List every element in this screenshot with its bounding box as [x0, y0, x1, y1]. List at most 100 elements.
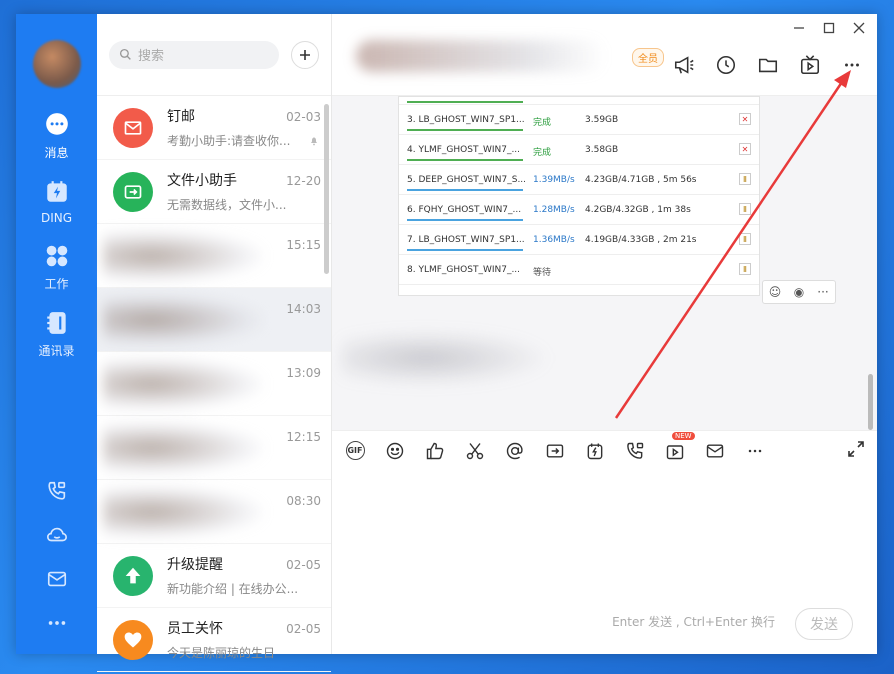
more-options-icon[interactable] [841, 54, 863, 76]
envelope-outline-icon [706, 443, 724, 458]
download-size: 4.23GB/4.71GB , 5m 56s [585, 175, 697, 185]
chat-scrollbar[interactable] [868, 374, 873, 430]
live-play-icon [666, 444, 684, 459]
mail-icon[interactable] [46, 568, 68, 590]
conv-time: 15:15 [286, 238, 321, 252]
arrow-up-icon [125, 567, 141, 583]
contacts-icon [46, 312, 66, 334]
rail-item-ding[interactable]: DING [22, 179, 92, 225]
download-name: 5. DEEP_GHOST_WIN7_S... [407, 175, 527, 185]
ding-icon [46, 181, 67, 202]
call-button[interactable] [624, 440, 646, 462]
more-actions-icon[interactable]: ··· [811, 281, 835, 303]
maximize-icon[interactable] [823, 22, 835, 34]
list-item-employee-care[interactable]: 员工关怀 今天是陈丽琼的生日 02-05 [97, 608, 331, 672]
pause-icon[interactable]: Ⅱ [739, 233, 751, 245]
cloud-icon[interactable] [46, 524, 68, 546]
reply-icon[interactable]: ◉ [787, 281, 811, 303]
pause-icon[interactable]: Ⅱ [739, 173, 751, 185]
download-size: 4.2GB/4.32GB , 1m 38s [585, 205, 691, 215]
delete-icon[interactable]: ✕ [739, 113, 751, 125]
emoji-react-icon[interactable]: ☺ [763, 281, 787, 303]
expand-icon[interactable] [847, 440, 865, 458]
download-list: 3. LB_GHOST_WIN7_SP1... 完成 3.59GB ✕ 4. YLMF_… [399, 105, 759, 285]
like-button[interactable] [424, 440, 446, 462]
upgrade-avatar [113, 555, 153, 596]
rail-item-label: 通讯录 [38, 344, 75, 358]
close-icon[interactable] [853, 22, 865, 34]
chat-panel: 全员 3. LB_GHOST_WIN7_SP1... 完成 3.59GB ✕ 4. YL… [332, 14, 877, 654]
download-row: 8. YLMF_GHOST_WIN7_... 等待 Ⅱ [399, 255, 759, 285]
phone-video-icon[interactable] [46, 480, 68, 502]
download-size: 3.58GB [585, 145, 619, 155]
gif-button[interactable]: GIF [344, 440, 366, 462]
list-item-blurred-5[interactable]: 08:30 [97, 480, 331, 544]
blurred-chat-title [356, 40, 606, 72]
thumbs-up-icon [426, 442, 444, 459]
progress-bar [407, 101, 523, 103]
conv-preview: 无需数据线，文件小... [167, 198, 287, 212]
conv-preview: 考勤小助手:请查收你... [167, 134, 291, 148]
message-actions: ☺ ◉ ··· [762, 280, 836, 304]
toolbar-more-button[interactable] [744, 440, 766, 462]
list-item-blurred-2[interactable]: 14:03 [97, 288, 331, 352]
delete-icon[interactable]: ✕ [739, 143, 751, 155]
smiley-icon [386, 442, 404, 459]
download-name: 3. LB_GHOST_WIN7_SP1... [407, 115, 525, 125]
more-icon[interactable] [46, 612, 68, 634]
conv-time: 13:09 [286, 366, 321, 380]
list-item-blurred-4[interactable]: 12:15 [97, 416, 331, 480]
live-button[interactable]: NEW [664, 431, 695, 462]
rail-item-messages[interactable]: 消息 [22, 112, 92, 161]
rail-item-work[interactable]: 工作 [22, 243, 92, 292]
rail-item-contacts[interactable]: 通讯录 [22, 310, 92, 359]
megaphone-icon[interactable] [673, 54, 695, 76]
download-row: 7. LB_GHOST_WIN7_SP1... 1.36MB/s 4.19GB/4.… [399, 225, 759, 255]
progress-bar [407, 219, 523, 221]
pause-icon[interactable]: Ⅱ [739, 263, 751, 275]
search-row: 搜索 [97, 14, 331, 96]
search-input[interactable]: 搜索 [109, 40, 279, 69]
employee-care-avatar [113, 619, 153, 660]
list-item-dingmail[interactable]: 钉邮 考勤小助手:请查收你... 02-03 [97, 96, 331, 160]
folder-icon[interactable] [757, 54, 779, 76]
send-hint: Enter 发送 , Ctrl+Enter 换行 [612, 615, 775, 629]
download-name: 7. LB_GHOST_WIN7_SP1... [407, 235, 525, 245]
blurred-message [342, 330, 552, 386]
blurred-content [103, 230, 263, 282]
minimize-icon[interactable] [793, 22, 805, 34]
list-item-blurred-3[interactable]: 13:09 [97, 352, 331, 416]
download-size: 4.19GB/4.33GB , 2m 21s [585, 235, 697, 245]
conv-time: 02-05 [286, 558, 321, 572]
window-controls [793, 22, 865, 34]
mail-button[interactable] [704, 440, 726, 462]
screenshot-button[interactable] [464, 440, 486, 462]
send-file-button[interactable] [544, 440, 566, 462]
progress-bar [407, 189, 523, 191]
list-item-upgrade[interactable]: 升级提醒 新功能介绍 | 在线办公... 02-05 [97, 544, 331, 608]
grid-icon [46, 245, 67, 267]
conv-time: 12:15 [286, 430, 321, 444]
send-button[interactable]: 发送 [795, 608, 853, 640]
mention-button[interactable] [504, 440, 526, 462]
file-send-icon [546, 443, 564, 458]
download-size: 3.59GB [585, 115, 619, 125]
ding-button[interactable] [584, 440, 606, 462]
clock-icon[interactable] [715, 54, 737, 76]
all-members-badge: 全员 [632, 48, 664, 67]
conv-preview: 今天是陈丽琼的生日 [167, 646, 276, 660]
download-status: 完成 [533, 118, 552, 128]
emoji-button[interactable] [384, 440, 406, 462]
list-item-blurred-1[interactable]: 15:15 [97, 224, 331, 288]
image-message[interactable]: 3. LB_GHOST_WIN7_SP1... 完成 3.59GB ✕ 4. YLMF_… [398, 96, 760, 296]
file-transfer-icon [124, 184, 142, 199]
list-item-file-assistant[interactable]: 文件小助手 无需数据线，文件小... 12-20 [97, 160, 331, 224]
scissors-icon [466, 442, 484, 459]
conversation-scrollbar[interactable] [324, 104, 329, 274]
download-name: 4. YLMF_GHOST_WIN7_... [407, 145, 521, 155]
pause-icon[interactable]: Ⅱ [739, 203, 751, 215]
add-button[interactable] [291, 40, 319, 69]
dingmail-avatar [113, 107, 153, 148]
user-avatar[interactable] [32, 40, 81, 88]
live-tv-icon[interactable] [799, 54, 821, 76]
